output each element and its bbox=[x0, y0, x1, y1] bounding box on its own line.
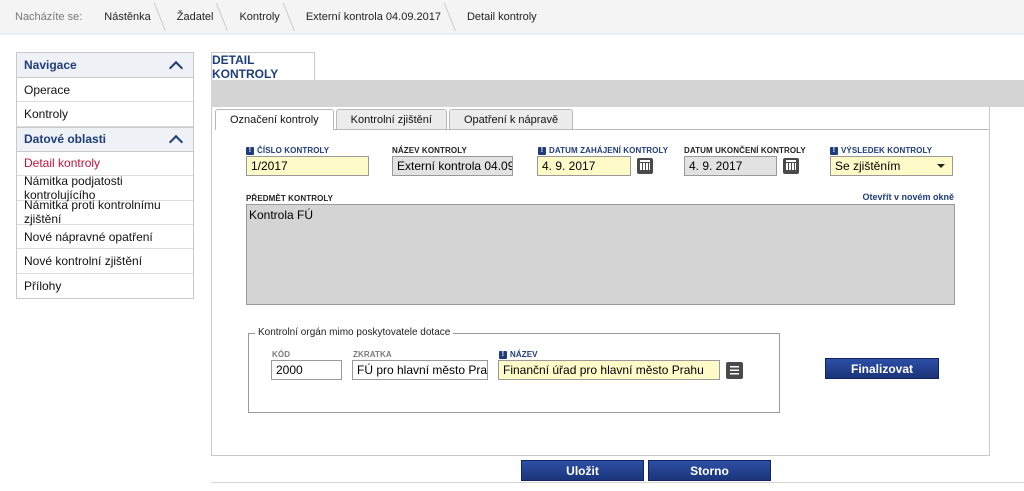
zkratka-label: ZKRATKA bbox=[353, 350, 392, 359]
vysledek-kontroly-label: ! VÝSLEDEK KONTROLY bbox=[830, 146, 932, 155]
breadcrumb-underline bbox=[0, 33, 1024, 35]
calendar-icon[interactable] bbox=[783, 158, 799, 174]
list-picker-icon[interactable] bbox=[726, 362, 743, 379]
chevron-up-icon[interactable] bbox=[168, 60, 184, 75]
sidebar-section-title: Datové oblasti bbox=[24, 132, 107, 147]
sidebar-item-prilohy[interactable]: Přílohy bbox=[17, 274, 193, 298]
nazev-kontroly-label-text: NÁZEV KONTROLY bbox=[392, 146, 467, 155]
tab-detail-kontroly[interactable]: DETAIL KONTROLY bbox=[211, 52, 315, 81]
datum-ukonceni-label: DATUM UKONČENÍ KONTROLY bbox=[684, 146, 806, 155]
dropdown-caret-icon bbox=[937, 164, 945, 168]
breadcrumb-item-nastenka[interactable]: Nástěnka bbox=[92, 0, 164, 34]
required-icon: ! bbox=[538, 146, 546, 155]
breadcrumb-prefix: Nacházíte se: bbox=[15, 10, 83, 23]
breadcrumb-item-detail-kontroly: Detail kontroly bbox=[466, 10, 537, 23]
required-icon: ! bbox=[830, 146, 838, 155]
vysledek-kontroly-select[interactable]: Se zjištěním bbox=[830, 156, 953, 176]
nazev-kontroly-input[interactable]: Externí kontrola 04.09.20 bbox=[392, 156, 513, 176]
vysledek-kontroly-value: Se zjištěním bbox=[835, 159, 901, 173]
vysledek-kontroly-label-text: VÝSLEDEK KONTROLY bbox=[841, 146, 933, 155]
org-nazev-input[interactable]: Finanční úřad pro hlavní město Prahu bbox=[498, 360, 720, 380]
cancel-button[interactable]: Storno bbox=[648, 460, 771, 481]
breadcrumb-item-kontroly[interactable]: Kontroly bbox=[227, 0, 293, 34]
required-icon: ! bbox=[246, 146, 254, 155]
predmet-kontroly-label-text: PŘEDMĚT KONTROLY bbox=[246, 194, 334, 203]
datum-zahajeni-label: ! DATUM ZAHÁJENÍ KONTROLY bbox=[538, 146, 668, 155]
kontrolni-organ-legend: Kontrolní orgán mimo poskytovatele dotac… bbox=[255, 327, 454, 338]
subtab-opatreni-k-naprave[interactable]: Opatření k nápravě bbox=[448, 109, 574, 129]
sidebar-item-nove-kontrolni-zjisteni[interactable]: Nové kontrolní zjištění bbox=[17, 249, 193, 274]
bottom-divider bbox=[211, 482, 1024, 483]
zkratka-input[interactable]: FÚ pro hlavní město Prahu bbox=[352, 360, 488, 380]
calendar-icon[interactable] bbox=[637, 158, 653, 174]
kod-label-text: KÓD bbox=[272, 350, 291, 359]
org-nazev-label: ! NÁZEV bbox=[499, 350, 538, 359]
org-nazev-label-text: NÁZEV bbox=[510, 350, 538, 359]
cislo-kontroly-label: ! ČÍSLO KONTROLY bbox=[246, 146, 329, 155]
subtab-bar: Označení kontroly Kontrolní zjištění Opa… bbox=[215, 109, 575, 130]
nazev-kontroly-label: NÁZEV KONTROLY bbox=[392, 146, 467, 155]
predmet-kontroly-label: PŘEDMĚT KONTROLY bbox=[246, 194, 333, 203]
predmet-kontroly-textarea[interactable]: Kontrola FÚ bbox=[246, 204, 955, 305]
save-button[interactable]: Uložit bbox=[521, 460, 644, 481]
breadcrumb: Nacházíte se: Nástěnka Žadatel Kontroly … bbox=[0, 0, 1024, 34]
cislo-kontroly-label-text: ČÍSLO KONTROLY bbox=[257, 146, 330, 155]
sidebar-section-datove-oblasti[interactable]: Datové oblasti bbox=[17, 126, 193, 152]
sidebar-section-title: Navigace bbox=[24, 58, 77, 72]
subtab-kontrolni-zjisteni[interactable]: Kontrolní zjištění bbox=[335, 109, 447, 129]
breadcrumb-item-zadatel[interactable]: Žadatel bbox=[165, 0, 228, 34]
datum-zahajeni-label-text: DATUM ZAHÁJENÍ KONTROLY bbox=[549, 146, 669, 155]
subtab-oznaceni-kontroly[interactable]: Označení kontroly bbox=[215, 109, 334, 130]
sidebar-item-detail-kontroly[interactable]: Detail kontroly bbox=[17, 152, 193, 177]
tab-band bbox=[211, 80, 1024, 107]
cislo-kontroly-input[interactable]: 1/2017 bbox=[246, 156, 369, 176]
chevron-up-icon[interactable] bbox=[168, 134, 184, 149]
breadcrumb-item-externi-kontrola[interactable]: Externí kontrola 04.09.2017 bbox=[294, 0, 455, 34]
sidebar: Navigace Operace Kontroly Datové oblasti… bbox=[16, 52, 194, 300]
open-new-window-link[interactable]: Otevřít v novém okně bbox=[862, 192, 954, 202]
finalize-button[interactable]: Finalizovat bbox=[825, 358, 939, 379]
zkratka-label-text: ZKRATKA bbox=[353, 350, 392, 359]
sidebar-item-namitka-podjatosti[interactable]: Námitka podjatosti kontrolujícího bbox=[17, 174, 193, 202]
sidebar-item-nove-napravne-opatreni[interactable]: Nové nápravné opatření bbox=[17, 225, 193, 250]
required-icon: ! bbox=[499, 350, 507, 359]
datum-ukonceni-label-text: DATUM UKONČENÍ KONTROLY bbox=[684, 146, 806, 155]
sidebar-item-operace[interactable]: Operace bbox=[17, 78, 193, 103]
kod-input[interactable]: 2000 bbox=[271, 360, 342, 380]
sidebar-section-navigace[interactable]: Navigace bbox=[17, 53, 193, 78]
datum-ukonceni-input[interactable]: 4. 9. 2017 bbox=[684, 156, 777, 176]
sidebar-item-namitka-proti-zjisteni[interactable]: Námitka proti kontrolnímu zjištění bbox=[17, 198, 193, 226]
kod-label: KÓD bbox=[272, 350, 290, 359]
datum-zahajeni-input[interactable]: 4. 9. 2017 bbox=[537, 156, 631, 176]
sidebar-item-kontroly[interactable]: Kontroly bbox=[17, 102, 193, 127]
